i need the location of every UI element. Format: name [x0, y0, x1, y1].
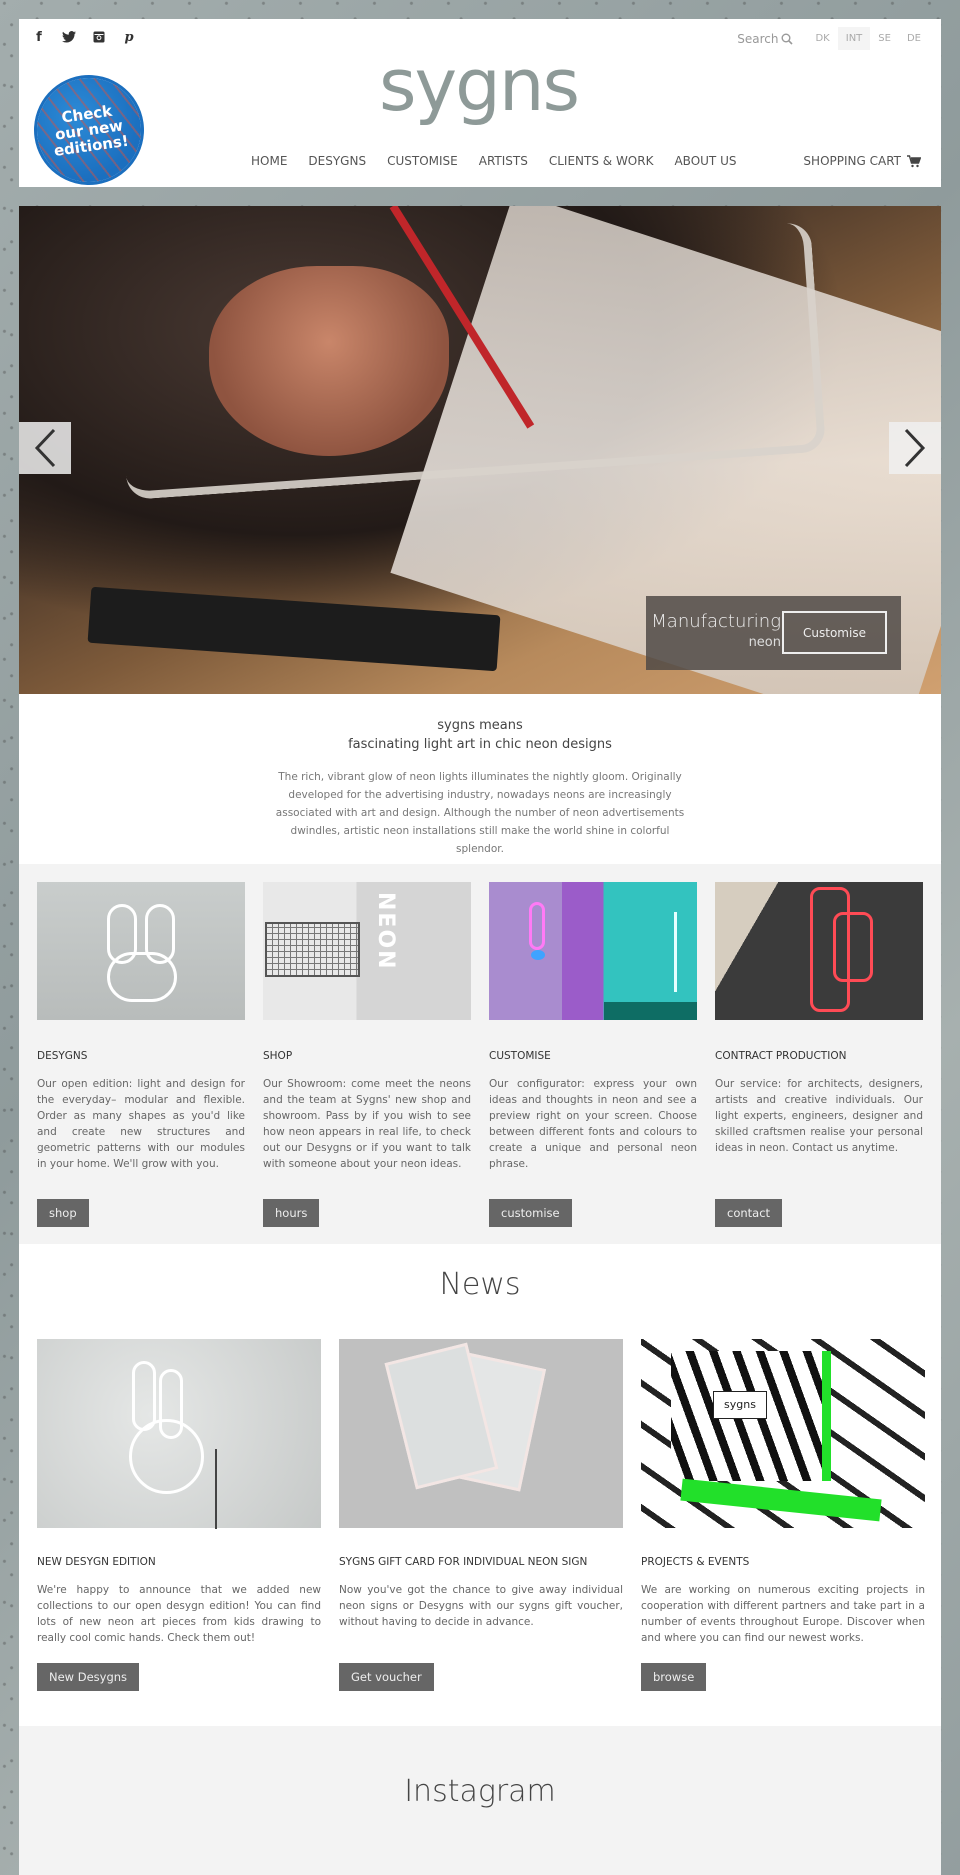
news-list: NEW DESYGN EDITION We're happy to announ…	[19, 1339, 941, 1691]
nav-clients-work[interactable]: CLIENTS & WORK	[549, 154, 654, 168]
get-voucher-button[interactable]: Get voucher	[339, 1663, 434, 1691]
feature-text: Our service: for architects, designers, …	[715, 1078, 923, 1154]
news-image-projects-events[interactable]: sygns	[641, 1339, 925, 1528]
news-text: Now you've got the chance to give away i…	[339, 1584, 623, 1628]
search-icon	[781, 33, 794, 45]
intro-heading: sygns means fascinating light art in chi…	[348, 718, 612, 752]
news-item: NEW DESYGN EDITION We're happy to announ…	[37, 1339, 321, 1691]
slider-prev-button[interactable]	[19, 422, 71, 474]
instagram-icon[interactable]	[91, 29, 107, 45]
intro-body: The rich, vibrant glow of neon lights il…	[275, 771, 685, 855]
features-section: DESYGNS Our open edition: light and desi…	[19, 864, 941, 1244]
language-se[interactable]: SE	[870, 27, 899, 50]
caption-customise-button[interactable]: Customise	[782, 611, 887, 654]
top-tools: Search DK INT SE DE	[737, 27, 929, 50]
shopping-cart-link[interactable]: SHOPPING CART	[803, 154, 921, 168]
chevron-left-icon	[34, 428, 56, 468]
news-title: NEW DESYGN EDITION	[37, 1556, 156, 1568]
feature-text: Our Showroom: come meet the neons and th…	[263, 1078, 471, 1170]
site-header: f p sygns Search DK INT SE DE HOME DESYG…	[19, 19, 941, 187]
hero-slider: Manufacturing neon Customise	[19, 206, 941, 694]
facebook-icon[interactable]: f	[31, 29, 47, 45]
news-heading: News	[439, 1267, 521, 1302]
feature-title: DESYGNS	[37, 1050, 88, 1062]
language-int[interactable]: INT	[837, 27, 871, 50]
site-logo[interactable]: sygns	[379, 49, 580, 121]
news-title: PROJECTS & EVENTS	[641, 1556, 750, 1568]
cart-icon	[907, 154, 921, 167]
social-links: f p	[31, 29, 137, 45]
nav-desygns[interactable]: DESYGNS	[308, 154, 366, 168]
slider-next-button[interactable]	[889, 422, 941, 474]
search-button[interactable]: Search	[737, 31, 794, 46]
feature-image-contract-production[interactable]	[715, 882, 923, 1020]
caption-subtitle: neon	[748, 635, 781, 650]
news-section: News NEW DESYGN EDITION We're happy to a…	[19, 1244, 941, 1726]
browse-button[interactable]: browse	[641, 1663, 707, 1691]
feature-image-shop[interactable]: NEON	[263, 882, 471, 1020]
hero-image-block	[87, 586, 501, 672]
instagram-section: Instagram	[19, 1726, 941, 1875]
news-image-new-desygn[interactable]	[37, 1339, 321, 1529]
new-desygns-button[interactable]: New Desygns	[37, 1663, 140, 1691]
feature-card: NEON SHOP Our Showroom: come meet the ne…	[263, 882, 471, 1244]
feature-card: CUSTOMISE Our configurator: express your…	[489, 882, 697, 1244]
nav-home[interactable]: HOME	[251, 154, 287, 168]
news-image-gift-card[interactable]	[339, 1339, 623, 1528]
hours-button[interactable]: hours	[263, 1199, 320, 1227]
caption-title: Manufacturing	[651, 611, 781, 632]
language-dk[interactable]: DK	[807, 27, 837, 50]
feature-text: Our open edition: light and design for t…	[37, 1078, 245, 1170]
feature-image-customise[interactable]	[489, 882, 697, 1020]
contact-button[interactable]: contact	[715, 1199, 783, 1227]
search-label: Search	[737, 31, 779, 46]
shop-button[interactable]: shop	[37, 1199, 89, 1227]
cart-label: SHOPPING CART	[803, 154, 901, 168]
customise-button[interactable]: customise	[489, 1199, 572, 1227]
pinterest-icon[interactable]: p	[121, 29, 137, 45]
feature-image-desygns[interactable]	[37, 882, 245, 1020]
news-item: sygns PROJECTS & EVENTS We are working o…	[641, 1339, 925, 1691]
feature-title: CONTRACT PRODUCTION	[715, 1050, 847, 1062]
news-text: We are working on numerous exciting proj…	[641, 1584, 925, 1644]
twitter-icon[interactable]	[61, 29, 77, 45]
feature-title: CUSTOMISE	[489, 1050, 551, 1062]
news-text: We're happy to announce that we added ne…	[37, 1584, 321, 1644]
nav-about-us[interactable]: ABOUT US	[674, 154, 736, 168]
slide-caption: Manufacturing neon Customise	[646, 596, 901, 670]
hero-image-hand	[209, 266, 449, 456]
main-nav: HOME DESYGNS CUSTOMISE ARTISTS CLIENTS &…	[251, 154, 736, 168]
news-item: SYGNS GIFT CARD FOR INDIVIDUAL NEON SIGN…	[339, 1339, 623, 1691]
feature-card: DESYGNS Our open edition: light and desi…	[37, 882, 245, 1244]
language-de[interactable]: DE	[899, 27, 929, 50]
instagram-heading: Instagram	[404, 1774, 556, 1809]
news-title: SYGNS GIFT CARD FOR INDIVIDUAL NEON SIGN	[339, 1556, 588, 1568]
intro-section: sygns means fascinating light art in chi…	[19, 694, 941, 864]
nav-customise[interactable]: CUSTOMISE	[387, 154, 458, 168]
feature-card: CONTRACT PRODUCTION Our service: for arc…	[715, 882, 923, 1244]
feature-text: Our configurator: express your own ideas…	[489, 1078, 697, 1170]
feature-title: SHOP	[263, 1050, 293, 1062]
chevron-right-icon	[904, 428, 926, 468]
nav-artists[interactable]: ARTISTS	[479, 154, 528, 168]
